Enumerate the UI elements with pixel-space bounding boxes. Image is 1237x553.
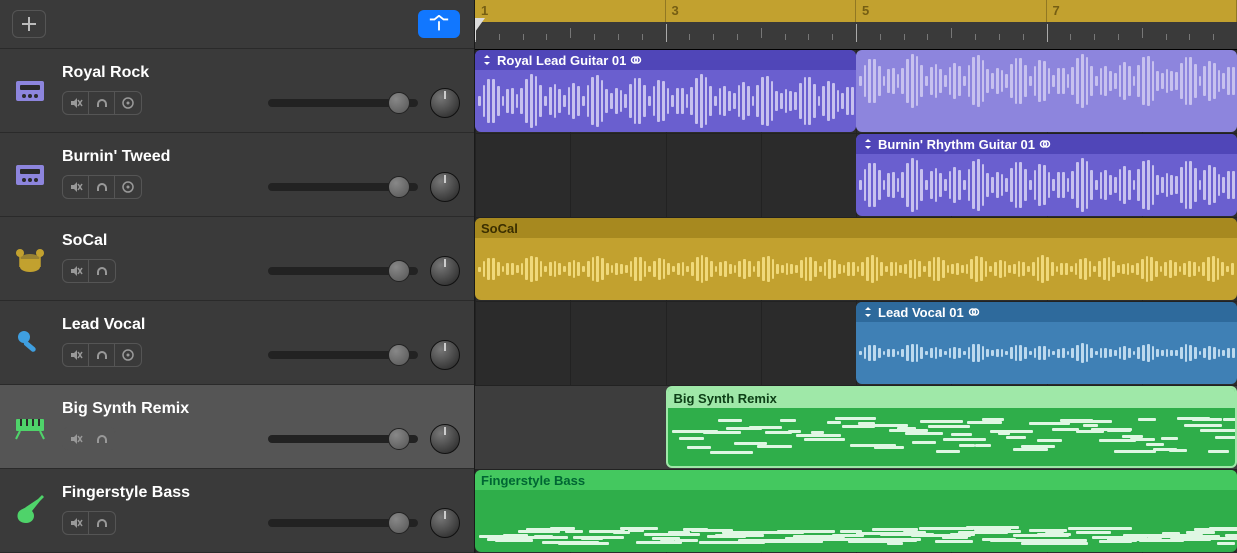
track-control-group <box>62 259 116 283</box>
region[interactable]: Lead Vocal 01 <box>856 302 1237 384</box>
region-name-label: SoCal <box>481 221 518 236</box>
region-name-label: Fingerstyle Bass <box>481 473 585 488</box>
catch-playhead-button[interactable] <box>418 10 460 38</box>
timeline-area: 1357 Royal Lead Guitar 01 Burnin' Rhythm… <box>475 0 1237 553</box>
ruler-bar-label: 5 <box>856 0 1047 22</box>
solo-headphones-button[interactable] <box>89 428 115 450</box>
ruler-ticks <box>475 22 1237 49</box>
solo-headphones-button[interactable] <box>89 344 115 366</box>
track-control-group <box>62 175 142 199</box>
ruler-bar-label: 3 <box>666 0 857 22</box>
volume-slider[interactable] <box>268 178 418 196</box>
track-name-label: Royal Rock <box>62 64 149 82</box>
region-name-label: Lead Vocal 01 <box>878 305 964 320</box>
input-monitor-button[interactable] <box>115 344 141 366</box>
track-toolbar <box>0 0 474 49</box>
solo-headphones-button[interactable] <box>89 92 115 114</box>
region[interactable]: SoCal <box>475 218 1237 300</box>
pan-knob[interactable] <box>430 508 460 538</box>
mute-button[interactable] <box>63 344 89 366</box>
track-lane[interactable]: Fingerstyle Bass <box>475 470 1237 553</box>
region-expand-icon <box>862 138 874 150</box>
bar-ruler[interactable]: 1357 <box>475 0 1237 50</box>
region-expand-icon <box>862 306 874 318</box>
region[interactable]: Royal Lead Guitar 01 <box>475 50 856 132</box>
loop-icon <box>630 54 642 66</box>
track-name-label: Lead Vocal <box>62 316 145 334</box>
volume-slider[interactable] <box>268 94 418 112</box>
track-type-icon <box>10 153 50 197</box>
track-header[interactable]: Fingerstyle Bass <box>0 469 474 553</box>
mute-button[interactable] <box>63 260 89 282</box>
track-header[interactable]: Big Synth Remix <box>0 385 474 469</box>
track-name-label: Burnin' Tweed <box>62 148 170 166</box>
track-type-icon <box>10 489 50 533</box>
volume-slider[interactable] <box>268 430 418 448</box>
volume-slider[interactable] <box>268 514 418 532</box>
catch-playhead-icon <box>428 15 450 33</box>
cycle-region-bar[interactable]: 1357 <box>475 0 1237 22</box>
track-control-group <box>62 91 142 115</box>
loop-icon <box>1039 138 1051 150</box>
region[interactable]: Big Synth Remix <box>666 386 1237 468</box>
region[interactable]: Fingerstyle Bass <box>475 470 1237 552</box>
track-header[interactable]: Lead Vocal <box>0 301 474 385</box>
track-header[interactable]: Royal Rock <box>0 49 474 133</box>
region[interactable]: Burnin' Rhythm Guitar 01 <box>856 134 1237 216</box>
solo-headphones-button[interactable] <box>89 260 115 282</box>
pan-knob[interactable] <box>430 256 460 286</box>
track-lanes[interactable]: Royal Lead Guitar 01 Burnin' Rhythm Guit… <box>475 50 1237 553</box>
ruler-bar-label: 7 <box>1047 0 1237 22</box>
mute-button[interactable] <box>63 176 89 198</box>
track-lane[interactable]: Burnin' Rhythm Guitar 01 <box>475 134 1237 218</box>
mute-button[interactable] <box>63 92 89 114</box>
track-type-icon <box>10 405 50 449</box>
volume-slider[interactable] <box>268 262 418 280</box>
mute-button[interactable] <box>63 428 89 450</box>
volume-slider[interactable] <box>268 346 418 364</box>
track-name-label: Big Synth Remix <box>62 400 189 418</box>
track-lane[interactable]: Lead Vocal 01 <box>475 302 1237 386</box>
region-expand-icon <box>481 54 493 66</box>
track-header[interactable]: Burnin' Tweed <box>0 133 474 217</box>
mute-button[interactable] <box>63 512 89 534</box>
track-lane[interactable]: Royal Lead Guitar 01 <box>475 50 1237 134</box>
region-name-label: Royal Lead Guitar 01 <box>497 53 626 68</box>
track-type-icon <box>10 237 50 281</box>
add-track-button[interactable] <box>12 10 46 38</box>
region-name-label: Burnin' Rhythm Guitar 01 <box>878 137 1035 152</box>
solo-headphones-button[interactable] <box>89 176 115 198</box>
pan-knob[interactable] <box>430 424 460 454</box>
region-name-label: Big Synth Remix <box>674 391 777 406</box>
track-control-group <box>62 511 116 535</box>
input-monitor-button[interactable] <box>115 176 141 198</box>
pan-knob[interactable] <box>430 340 460 370</box>
pan-knob[interactable] <box>430 172 460 202</box>
track-name-label: SoCal <box>62 232 107 250</box>
daw-window: Royal Rock Burnin' Tweed <box>0 0 1237 553</box>
track-type-icon <box>10 321 50 365</box>
playhead[interactable] <box>475 18 485 32</box>
track-control-group <box>62 343 142 367</box>
track-name-label: Fingerstyle Bass <box>62 484 190 502</box>
input-monitor-button[interactable] <box>115 92 141 114</box>
track-type-icon <box>10 69 50 113</box>
plus-icon <box>22 17 36 31</box>
track-header[interactable]: SoCal <box>0 217 474 301</box>
track-control-group <box>62 427 116 451</box>
ruler-bar-label: 1 <box>475 0 666 22</box>
loop-icon <box>968 306 980 318</box>
region[interactable] <box>856 50 1237 132</box>
track-lane[interactable]: Big Synth Remix <box>475 386 1237 470</box>
pan-knob[interactable] <box>430 88 460 118</box>
track-lane[interactable]: SoCal <box>475 218 1237 302</box>
solo-headphones-button[interactable] <box>89 512 115 534</box>
track-header-panel: Royal Rock Burnin' Tweed <box>0 0 475 553</box>
